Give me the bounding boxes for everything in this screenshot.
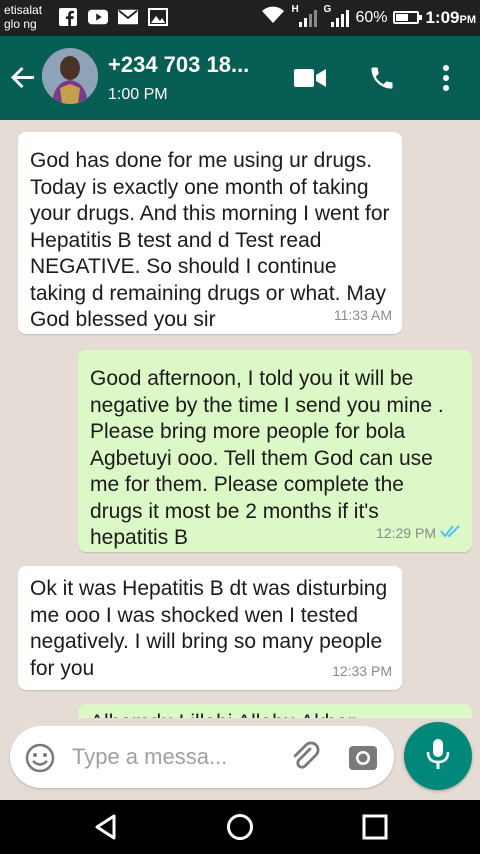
chat-header: +234 703 18... 1:00 PM [0, 36, 480, 120]
battery-fill [396, 14, 408, 21]
message-list[interactable]: God has done for me using ur drugs. Toda… [0, 120, 480, 718]
message-bubble-outgoing[interactable]: Good afternoon, I told you it will be ne… [78, 350, 472, 552]
mic-icon [425, 737, 451, 776]
system-nav-bar [0, 800, 480, 854]
notification-icons [58, 8, 168, 26]
attach-icon[interactable] [288, 740, 322, 774]
carrier-line-1: etisalat [4, 3, 43, 17]
video-call-icon[interactable] [292, 60, 328, 96]
message-meta: 12:29 PM [376, 520, 462, 547]
gallery-icon [148, 8, 168, 26]
battery-percent: 60% [355, 8, 388, 26]
phone-call-icon[interactable] [364, 60, 400, 96]
mic-button[interactable] [404, 722, 472, 790]
back-arrow-icon[interactable] [8, 62, 38, 92]
nav-home-icon[interactable] [225, 812, 255, 842]
facebook-icon [58, 8, 78, 26]
message-bubble-incoming[interactable]: Ok it was Hepatitis B dt was disturbing … [18, 566, 402, 690]
avatar[interactable] [42, 48, 98, 104]
message-meta: 12:33 PM [332, 658, 392, 685]
carrier-line-2: glo ng [4, 17, 37, 31]
last-seen: 1:00 PM [108, 86, 168, 103]
status-right: H G 60% 1:09PM [261, 4, 476, 29]
message-bubble-outgoing-partial[interactable]: Alhamdu Lillahi Allahu Akbar [78, 704, 472, 718]
message-bubble-incoming[interactable]: God has done for me using ur drugs. Toda… [18, 132, 402, 334]
carrier-info: etisalat glo ng [4, 3, 42, 31]
message-composer [10, 726, 394, 788]
message-time: 11:33 AM [333, 306, 392, 323]
contact-name[interactable]: +234 703 18... [108, 52, 249, 78]
status-time: 1:09PM [425, 8, 476, 28]
status-bar: etisalat glo ng H G 60% 1:09PM [0, 0, 480, 36]
signal-h-icon: H [291, 4, 318, 28]
wifi-icon [261, 6, 285, 29]
battery-icon [393, 11, 423, 24]
youtube-icon [88, 8, 108, 26]
status-time-suffix: PM [459, 13, 477, 26]
message-time: 12:29 PM [376, 524, 436, 541]
signal-g-icon: G [323, 4, 350, 28]
message-input[interactable] [72, 742, 262, 772]
status-time-value: 1:09 [425, 7, 460, 27]
nav-recents-icon[interactable] [360, 812, 390, 842]
more-options-icon[interactable] [428, 60, 464, 96]
message-time: 12:33 PM [332, 662, 392, 679]
message-text: Alhamdu Lillahi Allahu Akbar [90, 710, 460, 718]
emoji-icon[interactable] [24, 742, 56, 774]
nav-back-icon[interactable] [92, 812, 122, 842]
message-meta: 11:33 AM [334, 302, 392, 329]
camera-icon[interactable] [346, 740, 380, 774]
mail-icon [118, 8, 138, 26]
read-ticks-icon [440, 520, 462, 547]
